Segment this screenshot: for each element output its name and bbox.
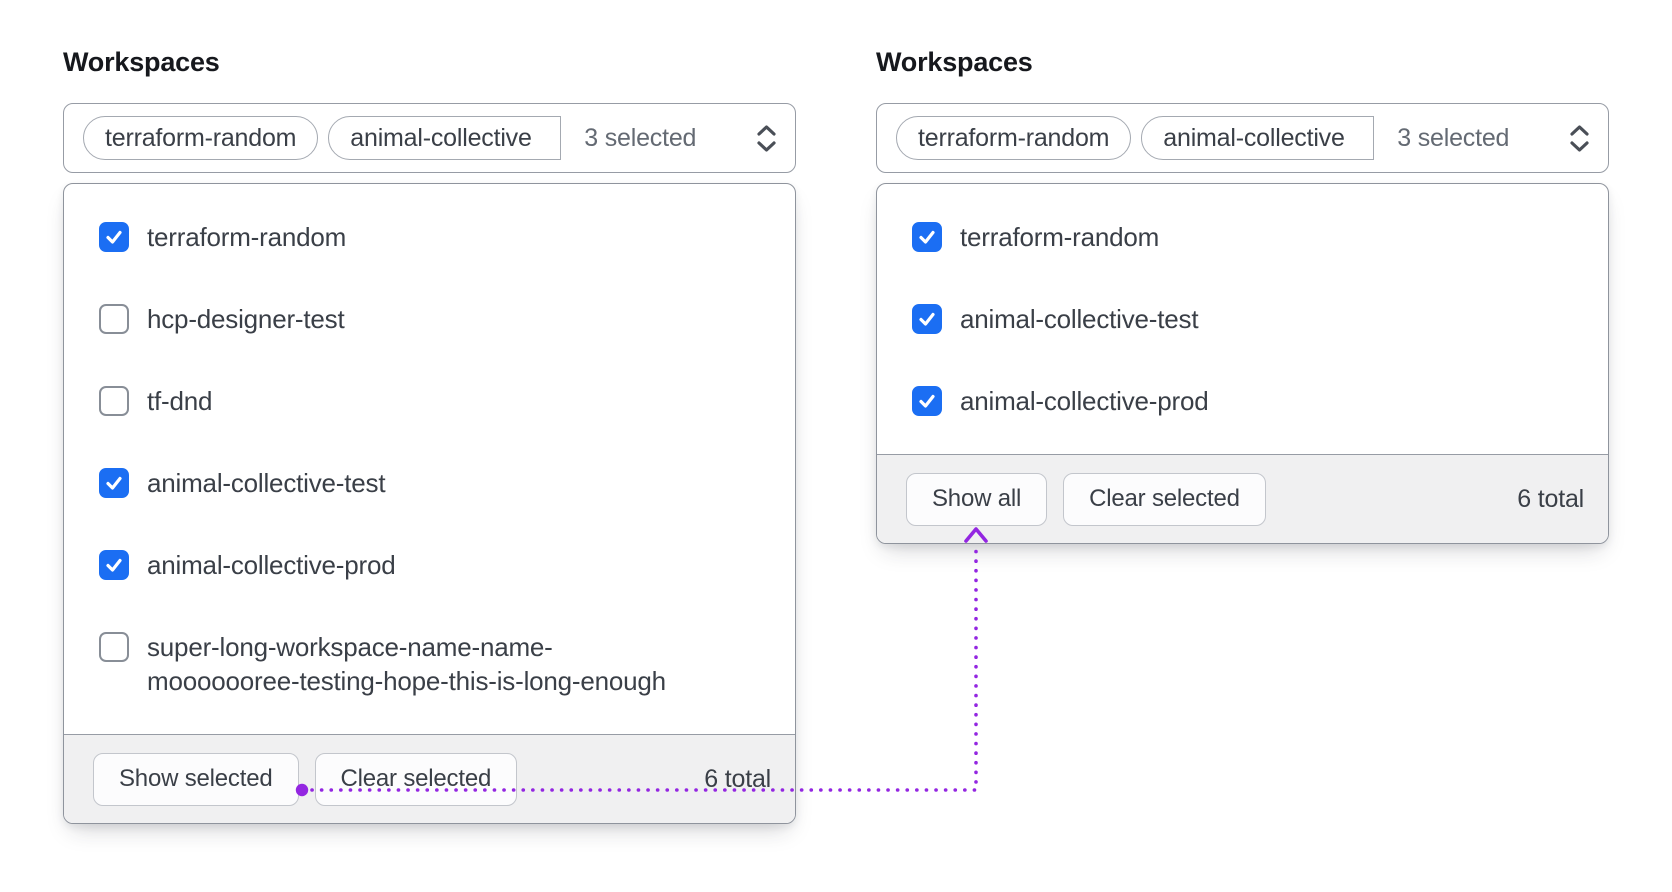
option-label-line-2: mooooooree-testing-hope-this-is-long-eno… [147,666,666,696]
option-label: super-long-workspace-name-name- moooooor… [147,630,666,698]
option-row[interactable]: hcp-designer-test [64,278,795,360]
option-row[interactable]: animal-collective-test [64,442,795,524]
selected-tag-truncated: animal-collective [1141,116,1375,160]
checkbox[interactable] [912,386,942,416]
option-label: terraform-random [960,222,1160,252]
clear-selected-button[interactable]: Clear selected [1063,472,1266,526]
option-label: animal-collective-prod [147,550,396,580]
option-row[interactable]: terraform-random [877,196,1608,278]
selected-tag: terraform-random [896,116,1132,160]
option-row[interactable]: animal-collective-test [877,278,1608,360]
option-list: terraform-random hcp-designer-test tf-dn… [64,184,795,734]
option-list: terraform-random animal-collective-test … [877,184,1608,454]
option-label-line-1: super-long-workspace-name-name- [147,632,553,662]
checkbox[interactable] [912,304,942,334]
workspaces-field-label: Workspaces [63,47,220,77]
option-row-long-name[interactable]: super-long-workspace-name-name- moooooor… [64,606,795,722]
workspaces-field-label: Workspaces [876,47,1033,77]
option-row[interactable]: animal-collective-prod [877,360,1608,442]
option-label: animal-collective-test [960,304,1199,334]
check-icon [106,476,122,490]
selected-count-label: 3 selected [584,123,697,152]
selected-tag-truncated: animal-collective [328,116,562,160]
total-count-label: 6 total [1517,484,1584,513]
workspaces-multiselect-all-options: Workspaces terraform-random animal-colle… [63,46,796,824]
total-count-label: 6 total [704,764,771,793]
checkbox[interactable] [99,550,129,580]
checkbox[interactable] [99,222,129,252]
option-label: tf-dnd [147,386,213,416]
option-label: animal-collective-prod [960,386,1209,416]
check-icon [106,230,122,244]
clear-selected-button[interactable]: Clear selected [314,752,518,806]
show-selected-button[interactable]: Show selected [93,752,299,806]
checkbox[interactable] [99,632,129,662]
checkbox[interactable] [99,468,129,498]
check-icon [919,230,935,244]
listbox-footer: Show all Clear selected 6 total [877,454,1608,543]
check-icon [919,394,935,408]
option-row[interactable]: animal-collective-prod [64,524,795,606]
option-label: animal-collective-test [147,468,386,498]
selected-count-label: 3 selected [1397,123,1510,152]
checkbox[interactable] [912,222,942,252]
option-label: hcp-designer-test [147,304,345,334]
selected-tag: terraform-random [83,116,319,160]
checkbox[interactable] [99,304,129,334]
check-icon [106,558,122,572]
unfold-chevrons-icon [1566,123,1593,154]
multiselect-trigger[interactable]: terraform-random animal-collective 3 sel… [63,103,796,173]
option-row[interactable]: tf-dnd [64,360,795,442]
multiselect-listbox: terraform-random hcp-designer-test tf-dn… [63,183,796,824]
listbox-footer: Show selected Clear selected 6 total [64,734,795,823]
check-icon [919,312,935,326]
option-row[interactable]: terraform-random [64,196,795,278]
multiselect-listbox: terraform-random animal-collective-test … [876,183,1609,544]
checkbox[interactable] [99,386,129,416]
unfold-chevrons-icon [753,123,780,154]
show-all-button[interactable]: Show all [906,472,1048,526]
workspaces-multiselect-selected-only: Workspaces terraform-random animal-colle… [876,46,1609,544]
multiselect-trigger[interactable]: terraform-random animal-collective 3 sel… [876,103,1609,173]
option-label: terraform-random [147,222,347,252]
